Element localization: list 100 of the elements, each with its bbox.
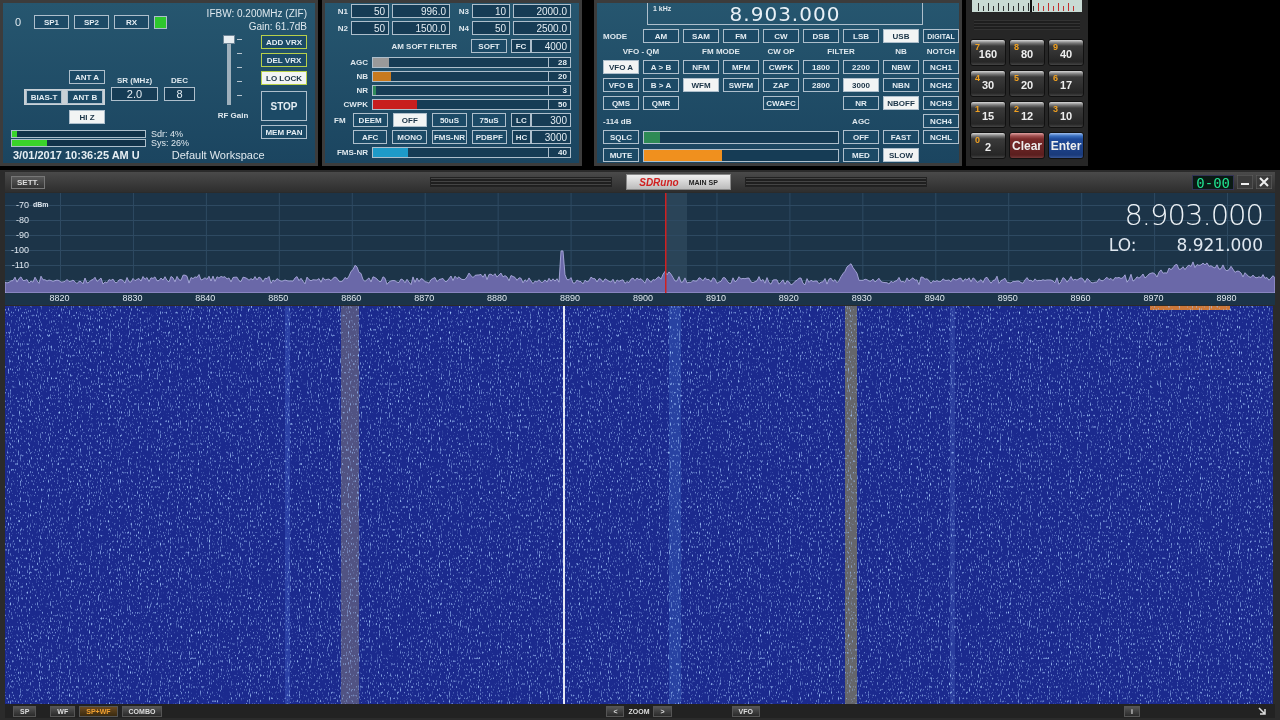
minimize-icon[interactable]: [1237, 175, 1253, 189]
option-button[interactable]: QMR: [643, 96, 679, 110]
option-button[interactable]: VFO B: [603, 78, 639, 92]
notch-frequency-field[interactable]: 2000.0: [513, 4, 571, 18]
option-button[interactable]: NCH4: [923, 114, 959, 128]
fm-value-field[interactable]: 300: [531, 113, 571, 127]
fm-button[interactable]: PDBPF: [472, 130, 507, 144]
fm-button[interactable]: MONO: [392, 130, 427, 144]
fm-button[interactable]: 50uS: [432, 113, 467, 127]
fm-button[interactable]: AFC: [352, 130, 388, 144]
agc-button[interactable]: OFF: [843, 130, 879, 144]
control-button[interactable]: MEM PAN: [261, 125, 307, 139]
option-button[interactable]: NCH2: [923, 78, 959, 92]
notch-label: N2: [336, 23, 348, 33]
antenna-button[interactable]: ANT B: [67, 90, 103, 104]
settings-button[interactable]: SETT.: [11, 175, 45, 189]
output-button[interactable]: RX: [114, 15, 149, 29]
output-button[interactable]: SP2: [74, 15, 109, 29]
option-button[interactable]: NCHL: [923, 130, 959, 144]
option-button[interactable]: SWFM: [723, 78, 759, 92]
mode-button[interactable]: SAM: [683, 29, 719, 43]
audio-button[interactable]: MUTE: [603, 148, 639, 162]
mode-button[interactable]: CW: [763, 29, 799, 43]
control-button[interactable]: LO LOCK: [261, 71, 307, 85]
option-button[interactable]: CWPK: [763, 60, 799, 74]
control-button[interactable]: DEL VRX: [261, 53, 307, 67]
option-button[interactable]: VFO A: [603, 60, 639, 74]
fm-button[interactable]: OFF: [392, 113, 428, 127]
bias-tee-button[interactable]: BIAS-T: [26, 90, 62, 104]
option-button[interactable]: QMS: [603, 96, 639, 110]
soft-button[interactable]: SOFT: [471, 39, 507, 53]
notch-frequency-field[interactable]: 2500.0: [513, 21, 571, 35]
option-button[interactable]: A > B: [643, 60, 679, 74]
notch-width-field[interactable]: 50: [351, 4, 389, 18]
axis-label: 8870: [413, 293, 436, 305]
slider-label: NR: [355, 86, 369, 95]
mode-button[interactable]: DSB: [803, 29, 839, 43]
agc-button[interactable]: FAST: [883, 130, 919, 144]
notch-width-field[interactable]: 50: [472, 21, 510, 35]
sample-rate-field[interactable]: 2.0: [111, 87, 158, 101]
fc-field[interactable]: 4000: [531, 39, 571, 53]
notch-frequency-field[interactable]: 1500.0: [392, 21, 450, 35]
fm-button[interactable]: 75uS: [471, 113, 507, 127]
antenna-button[interactable]: ANT A: [69, 70, 105, 84]
option-button[interactable]: 3000: [843, 78, 879, 92]
notch-label: N4: [457, 23, 469, 33]
axis-label: -110: [10, 259, 29, 272]
slider-label: NB: [355, 72, 369, 81]
control-button[interactable]: STOP: [261, 91, 307, 121]
usage-label: Sys: 26%: [151, 139, 190, 148]
option-button[interactable]: B > A: [643, 78, 679, 92]
sample-rate-label: SR (MHz): [116, 76, 153, 85]
axis-label: -100: [10, 244, 29, 257]
option-button[interactable]: NCH3: [923, 96, 959, 110]
time-display: 0-00: [1192, 174, 1234, 190]
slider-label: FMS-NR: [335, 148, 369, 157]
mode-button[interactable]: LSB: [843, 29, 879, 43]
option-button[interactable]: 2200: [843, 60, 879, 74]
notch-frequency-field[interactable]: 996.0: [392, 4, 450, 18]
option-button[interactable]: CWAFC: [763, 96, 799, 110]
close-icon[interactable]: [1256, 175, 1272, 189]
option-button[interactable]: NR: [843, 96, 879, 110]
audio-button[interactable]: SQLC: [603, 130, 639, 144]
mode-button[interactable]: FM: [723, 29, 759, 43]
app-logo: SDRuno: [639, 176, 679, 188]
axis-label: 8980: [1215, 293, 1238, 305]
decimation-field[interactable]: 8: [164, 87, 195, 101]
control-button[interactable]: ADD VRX: [261, 35, 307, 49]
option-button[interactable]: WFM: [683, 78, 719, 92]
option-button[interactable]: NCH1: [923, 60, 959, 74]
option-button[interactable]: MFM: [723, 60, 759, 74]
rf-gain-slider[interactable]: [223, 35, 235, 105]
fm-value-field[interactable]: 3000: [531, 130, 571, 144]
fm-button[interactable]: DEEM: [352, 113, 388, 127]
enter-button[interactable]: Enter: [1048, 132, 1084, 159]
slider-value: 28: [549, 57, 571, 68]
mode-button[interactable]: USB: [883, 29, 919, 43]
option-button[interactable]: 2800: [803, 78, 839, 92]
clear-button[interactable]: Clear: [1009, 132, 1045, 159]
hi-z-button[interactable]: HI Z: [69, 110, 105, 124]
resize-icon[interactable]: [1257, 706, 1267, 716]
notch-width-field[interactable]: 50: [351, 21, 389, 35]
axis-label: 8940: [923, 293, 946, 305]
option-button[interactable]: NFM: [683, 60, 719, 74]
usage-label: Sdr: 4%: [151, 130, 184, 139]
agc-button[interactable]: SLOW: [883, 148, 919, 162]
option-button[interactable]: NBN: [883, 78, 919, 92]
fm-button[interactable]: FMS-NR: [432, 130, 467, 144]
agc-button[interactable]: MED: [843, 148, 879, 162]
workspace-label: Default Workspace: [171, 149, 265, 161]
band-key[interactable]: 0 2: [970, 132, 1006, 159]
option-button[interactable]: NBOFF: [883, 96, 919, 110]
notch-width-field[interactable]: 10: [472, 4, 510, 18]
option-button[interactable]: ZAP: [763, 78, 799, 92]
output-button[interactable]: SP1: [34, 15, 69, 29]
group-title: VFO - QM: [621, 47, 661, 56]
option-button[interactable]: NBW: [883, 60, 919, 74]
mode-button[interactable]: AM: [643, 29, 679, 43]
lo-label: LO:: [1108, 235, 1137, 255]
option-button[interactable]: 1800: [803, 60, 839, 74]
